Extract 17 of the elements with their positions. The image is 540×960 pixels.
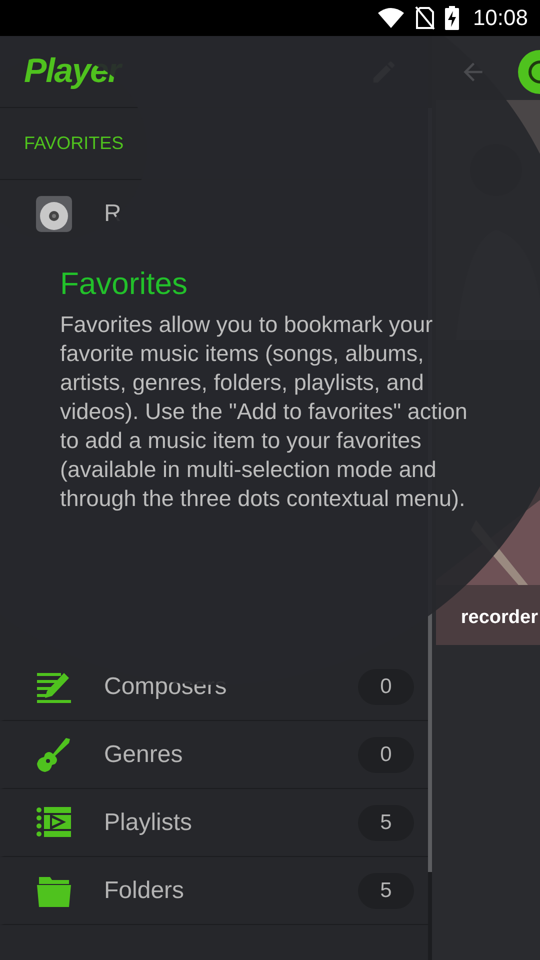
guitar-icon [36,736,72,772]
count-badge: 0 [358,736,414,772]
count-badge: 0 [358,668,414,704]
battery-charging-icon [444,6,459,30]
drawer-item[interactable]: Genres 0 [0,721,428,789]
tile-caption: recorder [460,607,538,629]
count-badge: 5 [358,804,414,840]
no-sim-icon [414,6,435,30]
drawer-item[interactable]: Folders 5 [0,857,428,925]
clock-time: 10:08 [472,5,528,31]
wifi-icon [376,7,405,29]
album-art-icon [36,196,72,232]
tutorial-text: Favorites allow you to bookmark your favorite music items (songs, albums, artists, genres, folders, playlists, and videos). Use the "Add to favorites" action to add a music item to your favorites (available in multi-selection mode and through the three dots contextual menu). [60,311,468,513]
tutorial-title: Favorites [60,266,188,302]
app-logo: Player [24,52,120,91]
count-badge: 5 [358,872,414,908]
drawer-item[interactable]: Playlists 5 [0,789,428,857]
